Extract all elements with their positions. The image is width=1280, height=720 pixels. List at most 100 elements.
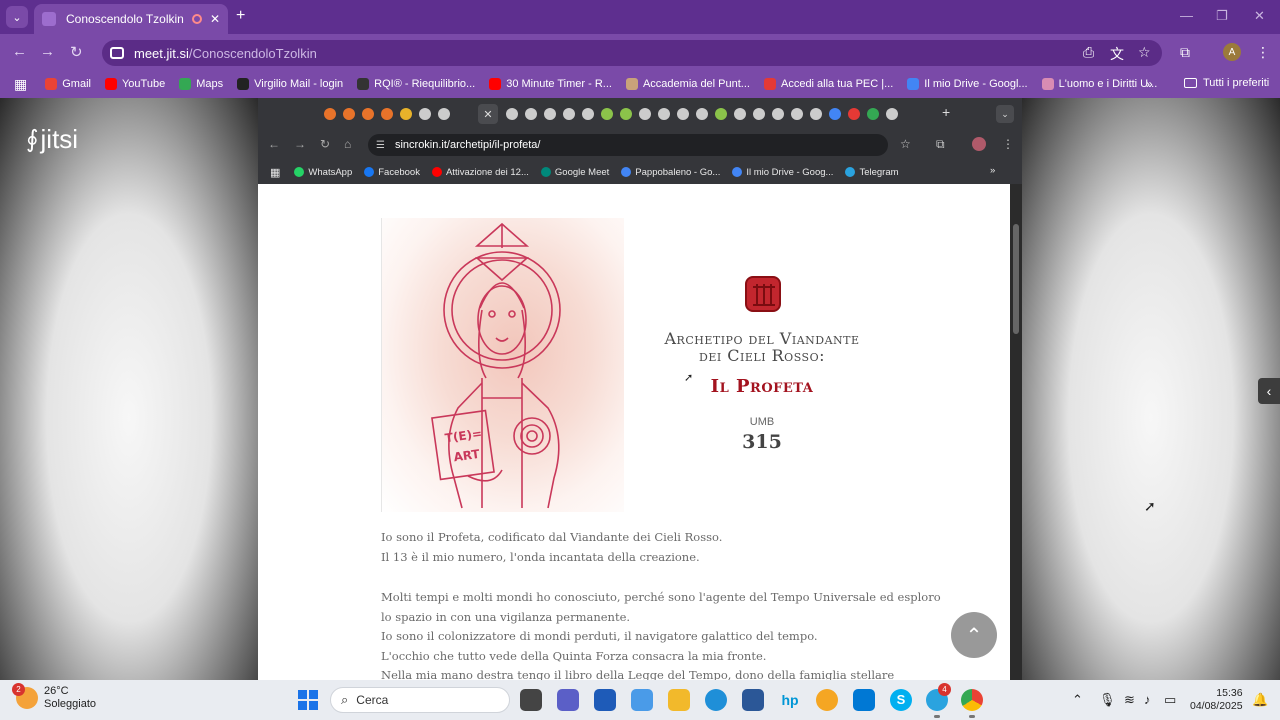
more-bookmarks-icon[interactable]: » [1146,77,1153,91]
microphone-icon[interactable]: 🎙 [1099,692,1116,708]
inner-more-bookmarks-icon[interactable]: » [990,165,995,176]
inner-profile-avatar[interactable] [972,137,986,151]
battery-icon[interactable]: ▭ [1164,692,1176,708]
inner-tab[interactable] [343,108,355,120]
tab-jitsi[interactable]: Conoscendolo Tzolkin | Jitsi ✕ [34,4,228,34]
teams-icon[interactable] [557,689,579,711]
inner-bookmark-item[interactable]: WhatsApp [294,167,352,178]
bookmark-item[interactable]: Maps [179,78,223,90]
inner-tab[interactable] [639,108,651,120]
inner-tab[interactable] [620,108,632,120]
inner-bookmark-item[interactable]: Attivazione dei 12... [431,167,529,178]
snipping-tool-icon[interactable] [594,689,616,711]
taskbar-search[interactable]: ⌕ Cerca [330,687,510,713]
weather-widget[interactable]: 2 26°C Soleggiato [12,683,96,711]
inner-tab-search-icon[interactable]: ⌄ [996,105,1014,123]
inner-bookmark-item[interactable]: Facebook [364,167,420,178]
site-info-icon[interactable] [110,47,124,59]
inner-bookmark-star-icon[interactable]: ☆ [900,137,911,151]
bookmark-item[interactable]: Accademia del Punt... [625,78,750,90]
menu-icon[interactable]: ⋮ [1256,44,1270,61]
inner-site-settings-icon[interactable]: ☰ [376,140,385,151]
inner-tab[interactable] [829,108,841,120]
inner-bookmark-item[interactable]: Google Meet [540,167,609,178]
inner-tab[interactable] [582,108,594,120]
chrome-icon[interactable] [961,689,983,711]
inner-tab[interactable] [715,108,727,120]
hp-icon[interactable]: hp [779,689,801,711]
inner-tab[interactable] [381,108,393,120]
task-view-icon[interactable] [520,689,542,711]
inner-tab[interactable] [601,108,613,120]
system-clock[interactable]: 15:36 04/08/2025 [1190,687,1243,713]
inner-forward-icon[interactable]: → [294,137,306,151]
scrollbar-thumb[interactable] [1013,224,1019,334]
inner-new-tab-icon[interactable]: + [942,104,950,120]
inner-tab[interactable] [438,108,450,120]
inner-tab[interactable] [324,108,336,120]
photos-icon[interactable] [631,689,653,711]
inner-tab[interactable] [734,108,746,120]
translate-icon[interactable]: 文 [1110,44,1124,64]
inner-tab[interactable] [544,108,556,120]
inner-bookmark-item[interactable]: Pappobaleno - Go... [621,167,720,178]
inner-tab[interactable] [772,108,784,120]
inner-tab[interactable] [400,108,412,120]
inner-address-bar[interactable]: ☰ sincrokin.it/archetipi/il-profeta/ [368,134,888,156]
jitsi-logo[interactable]: ∮ jitsi [26,124,78,155]
inner-tab[interactable] [419,108,431,120]
file-explorer-icon[interactable] [668,689,690,711]
inner-tab[interactable] [791,108,803,120]
show-hidden-icons[interactable]: ⌃ [1072,692,1083,708]
inner-tab[interactable] [867,108,879,120]
store-icon[interactable] [742,689,764,711]
weather-app-icon[interactable] [816,689,838,711]
scroll-to-top-button[interactable]: ⌃ [951,612,997,658]
back-icon[interactable]: ← [12,43,27,60]
maximize-icon[interactable]: ❐ [1216,8,1228,24]
close-tab-icon[interactable]: ✕ [210,12,220,26]
wifi-icon[interactable]: ≋ [1124,692,1135,708]
inner-apps-grid-icon[interactable]: ▦ [270,166,280,179]
inner-tab[interactable] [506,108,518,120]
inner-tab[interactable] [753,108,765,120]
notifications-icon[interactable]: 🔔 [1252,692,1268,708]
filmstrip-toggle-button[interactable]: ‹ [1258,378,1280,404]
bookmark-item[interactable]: L'uomo e i Diritti U... [1041,78,1157,90]
inner-tab[interactable] [886,108,898,120]
calculator-icon[interactable] [853,689,875,711]
inner-bookmark-item[interactable]: Il mio Drive - Goog... [732,167,833,178]
start-button[interactable] [298,690,318,710]
inner-back-icon[interactable]: ← [268,137,280,151]
tab-search-button[interactable]: ⌄ [6,6,28,28]
volume-icon[interactable]: ♪ [1144,692,1151,707]
reload-icon[interactable]: ↻ [70,43,83,61]
bookmark-star-icon[interactable]: ☆ [1138,44,1151,61]
bookmark-item[interactable]: YouTube [104,78,165,90]
inner-tab[interactable] [848,108,860,120]
bookmark-item[interactable]: Accedi alla tua PEC |... [763,78,893,90]
bookmark-item[interactable]: Gmail [45,78,91,90]
address-bar[interactable]: meet.jit.si/ConoscendoloTzolkin [102,40,1162,66]
profile-avatar[interactable]: A [1223,43,1241,61]
telegram-icon[interactable]: 4 [926,683,951,711]
inner-menu-icon[interactable]: ⋮ [1002,137,1014,151]
inner-tab[interactable] [677,108,689,120]
extensions-icon[interactable]: ⧉ [1180,44,1190,61]
minimize-icon[interactable]: — [1180,8,1193,23]
inner-extensions-icon[interactable]: ⧉ [936,137,945,152]
edge-icon[interactable] [705,689,727,711]
skype-icon[interactable]: S [890,689,912,711]
bookmark-item[interactable]: Virgilio Mail - login [237,78,343,90]
forward-icon[interactable]: → [40,43,55,60]
inner-scrollbar[interactable] [1010,184,1022,680]
inner-tab[interactable] [362,108,374,120]
inner-close-tab-icon[interactable]: ✕ [478,104,498,124]
install-app-icon[interactable]: ⎙ [1083,44,1094,61]
inner-reload-icon[interactable]: ↻ [320,137,330,151]
new-tab-button[interactable]: + [236,7,245,25]
apps-grid-icon[interactable]: ▦ [14,76,27,93]
inner-tab[interactable] [563,108,575,120]
inner-tab[interactable] [810,108,822,120]
all-bookmarks-folder[interactable]: Tutti i preferiti [1184,77,1269,89]
